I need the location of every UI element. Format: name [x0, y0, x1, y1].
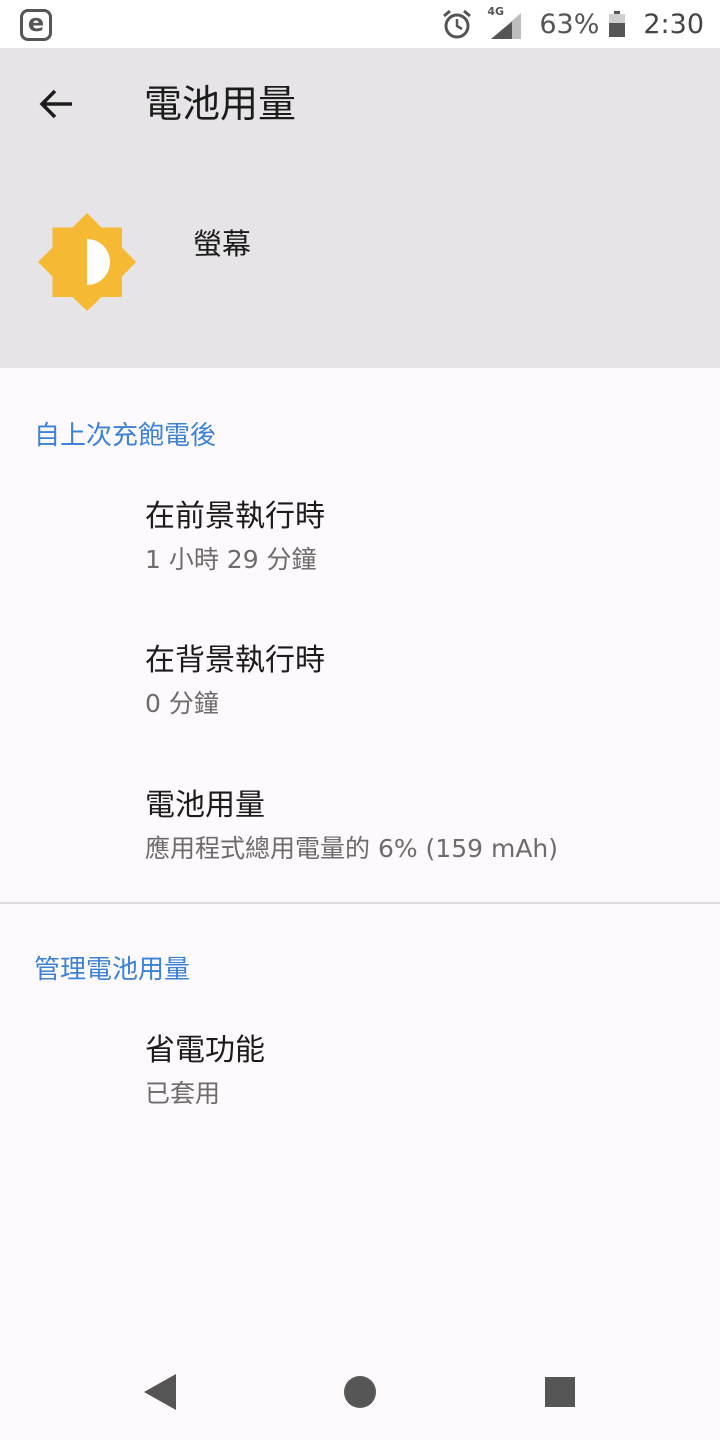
- signal-indicator: 4G: [487, 5, 522, 39]
- section-header-since-full-charge: 自上次充飽電後: [34, 421, 217, 451]
- battery-icon: [609, 11, 626, 37]
- back-arrow-icon: [39, 89, 72, 119]
- pref-summary: 0 分鐘: [145, 689, 219, 718]
- brightness-icon: [38, 213, 136, 311]
- pref-title: 在前景執行時: [145, 499, 325, 534]
- background-time-item[interactable]: 在背景執行時 0 分鐘: [0, 641, 720, 761]
- pref-title: 在背景執行時: [145, 643, 325, 678]
- nav-back-button[interactable]: [132, 1364, 188, 1420]
- status-bar: 4G 63% 2:30: [0, 0, 720, 48]
- status-icons: 4G 63% 2:30: [441, 0, 704, 48]
- nav-home-button[interactable]: [332, 1364, 388, 1420]
- battery-detail-list: 自上次充飽電後 在前景執行時 1 小時 29 分鐘 在背景執行時 0 分鐘 電池…: [0, 368, 720, 1328]
- alarm-icon: [443, 9, 472, 39]
- battery-fill: [609, 22, 626, 37]
- navigation-bar: [0, 1344, 720, 1440]
- pref-summary: 應用程式總用電量的 6% (159 mAh): [145, 834, 559, 863]
- section-divider: [0, 902, 720, 904]
- page-title: 電池用量: [144, 82, 297, 126]
- app-name: 螢幕: [193, 227, 252, 261]
- square-recents-icon: [545, 1377, 575, 1407]
- section-header-manage-battery: 管理電池用量: [34, 955, 191, 985]
- e-app-icon: [20, 9, 52, 41]
- circle-home-icon: [344, 1376, 376, 1408]
- battery-saver-item[interactable]: 省電功能 已套用: [0, 1031, 720, 1151]
- nav-recents-button[interactable]: [532, 1364, 588, 1420]
- foreground-time-item[interactable]: 在前景執行時 1 小時 29 分鐘: [0, 497, 720, 617]
- signal-icon: [491, 13, 522, 39]
- pref-title: 省電功能: [145, 1033, 265, 1068]
- pref-title: 電池用量: [145, 788, 265, 823]
- pref-summary: 已套用: [145, 1079, 221, 1108]
- battery-usage-item[interactable]: 電池用量 應用程式總用電量的 6% (159 mAh): [0, 786, 720, 906]
- clock: 2:30: [643, 8, 704, 40]
- pref-summary: 1 小時 29 分鐘: [145, 545, 317, 574]
- triangle-back-icon: [144, 1374, 176, 1410]
- back-button[interactable]: [24, 76, 88, 132]
- app-header: 電池用量 螢幕: [0, 48, 720, 368]
- battery-percent: 63%: [539, 8, 600, 40]
